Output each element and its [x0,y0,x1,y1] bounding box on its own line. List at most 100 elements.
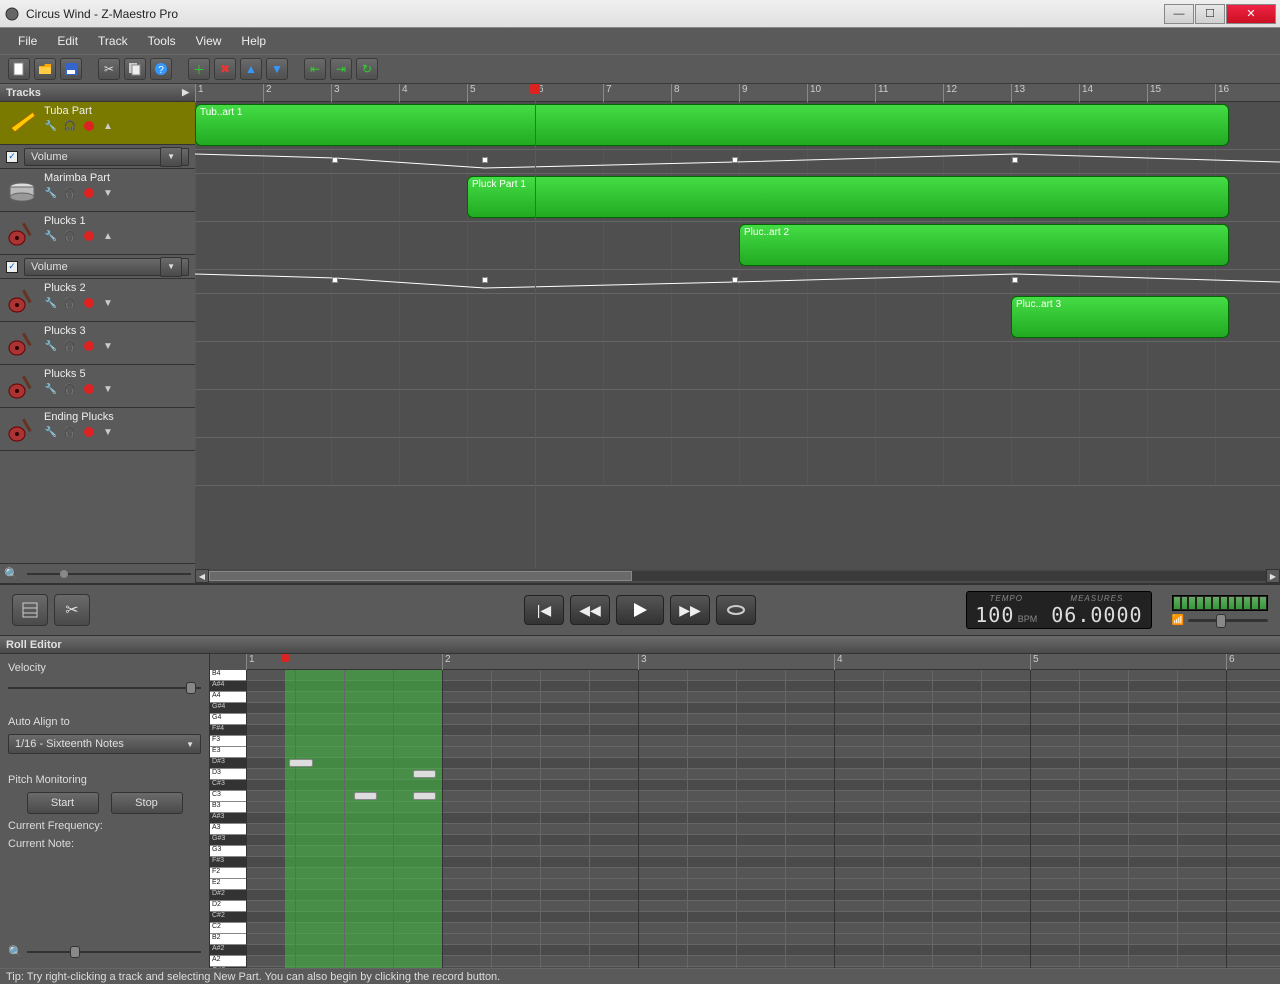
track-lane[interactable] [195,342,1280,390]
track-lane[interactable] [195,390,1280,438]
record-icon[interactable] [82,229,96,243]
clip[interactable]: Pluc..art 3 [1011,296,1229,338]
velocity-slider[interactable] [8,680,201,696]
automation-point[interactable] [732,277,738,283]
record-icon[interactable] [82,382,96,396]
piano-key[interactable]: A3 [210,824,246,835]
clip[interactable]: Pluc..art 2 [739,224,1229,266]
mode-grid-button[interactable] [12,594,48,626]
expand-icon[interactable]: ▲ [101,229,115,243]
record-icon[interactable] [82,339,96,353]
track-row[interactable]: Plucks 3 🔧 🎧 ▼ [0,322,195,365]
automation-point[interactable] [732,157,738,163]
piano-key[interactable]: D2 [210,901,246,912]
piano-key[interactable]: G3 [210,846,246,857]
maximize-button[interactable]: ☐ [1195,4,1225,24]
save-button[interactable] [60,58,82,80]
tempo-value[interactable]: 100 [975,603,1014,627]
record-icon[interactable] [82,296,96,310]
wrench-icon[interactable]: 🔧 [44,382,58,396]
track-row[interactable]: Plucks 1 🔧 🎧 ▲ [0,212,195,255]
open-button[interactable] [34,58,56,80]
wrench-icon[interactable]: 🔧 [44,296,58,310]
measures-value[interactable]: 06.0000 [1051,603,1142,627]
roll-region[interactable] [285,670,442,968]
automation-point[interactable] [1012,277,1018,283]
automation-param-select[interactable]: Volume▼ [24,258,189,276]
menu-tools[interactable]: Tools [138,30,186,52]
record-icon[interactable] [82,425,96,439]
play-button[interactable] [616,595,664,625]
loop-button[interactable] [716,595,756,625]
piano-key[interactable]: G#3 [210,835,246,846]
h-scrollbar[interactable]: ◀ ▶ [195,569,1280,583]
expand-icon[interactable]: ▼ [101,382,115,396]
piano-key[interactable]: C3 [210,791,246,802]
new-button[interactable] [8,58,30,80]
close-button[interactable]: ✕ [1226,4,1276,24]
record-icon[interactable] [82,119,96,133]
piano-key[interactable]: F#4 [210,725,246,736]
piano-key[interactable]: A#3 [210,813,246,824]
piano-key[interactable]: A4 [210,692,246,703]
wrench-icon[interactable]: 🔧 [44,186,58,200]
piano-key[interactable]: G#2 [210,967,246,968]
cut-button[interactable]: ✂ [98,58,120,80]
wrench-icon[interactable]: 🔧 [44,229,58,243]
piano-key[interactable]: B4 [210,670,246,681]
master-volume-slider[interactable] [1188,619,1268,622]
automation-enable-checkbox[interactable]: ✓ [6,151,18,163]
record-icon[interactable] [82,186,96,200]
expand-icon[interactable]: ▼ [101,296,115,310]
piano-key[interactable]: A#4 [210,681,246,692]
piano-key[interactable]: A2 [210,956,246,967]
track-row[interactable]: Plucks 5 🔧 🎧 ▼ [0,365,195,408]
headphones-icon[interactable]: 🎧 [63,186,77,200]
clip[interactable]: Pluck Part 1 [467,176,1229,218]
pitch-start-button[interactable]: Start [27,792,99,814]
piano-roll[interactable]: 123456 B4A#4A4G#4G4F#4F3E3D#3D3C#3C3B3A#… [210,654,1280,968]
headphones-icon[interactable]: 🎧 [63,382,77,396]
up-button[interactable]: ▲ [240,58,262,80]
automation-row[interactable]: ✓ Volume▼ [0,145,195,169]
delete-button[interactable]: ✖ [214,58,236,80]
piano-key[interactable]: E3 [210,747,246,758]
scroll-right-button[interactable]: ▶ [1266,569,1280,583]
wrench-icon[interactable]: 🔧 [44,425,58,439]
piano-key[interactable]: C#2 [210,912,246,923]
menu-track[interactable]: Track [88,30,138,52]
track-lane[interactable] [195,438,1280,486]
piano-key[interactable]: A#2 [210,945,246,956]
track-row[interactable]: Ending Plucks 🔧 🎧 ▼ [0,408,195,451]
add-button[interactable]: ＋ [188,58,210,80]
auto-align-select[interactable]: 1/16 - Sixteenth Notes▼ [8,734,201,754]
piano-key[interactable]: F2 [210,868,246,879]
playhead[interactable] [535,84,536,569]
automation-param-select[interactable]: Volume▼ [24,148,189,166]
skip-back-button[interactable]: ⇤ [304,58,326,80]
piano-key[interactable]: B2 [210,934,246,945]
midi-note[interactable] [354,792,378,800]
track-row[interactable]: Plucks 2 🔧 🎧 ▼ [0,279,195,322]
piano-key[interactable]: F#3 [210,857,246,868]
expand-icon[interactable]: ▼ [101,186,115,200]
headphones-icon[interactable]: 🎧 [63,119,77,133]
wrench-icon[interactable]: 🔧 [44,339,58,353]
roll-zoom-slider[interactable] [27,944,201,960]
timeline-ruler[interactable]: 12345678910111213141516 [195,84,1280,102]
piano-key[interactable]: G4 [210,714,246,725]
minimize-button[interactable]: — [1164,4,1194,24]
track-row[interactable]: Tuba Part 🔧 🎧 ▲ [0,102,195,145]
automation-point[interactable] [332,277,338,283]
clip[interactable]: Tub..art 1 [195,104,1229,146]
skip-fwd-button[interactable]: ⇥ [330,58,352,80]
menu-help[interactable]: Help [231,30,276,52]
wrench-icon[interactable]: 🔧 [44,119,58,133]
arrangement-view[interactable]: 12345678910111213141516 Tub..art 1 Pluck … [195,84,1280,583]
piano-key[interactable]: B3 [210,802,246,813]
headphones-icon[interactable]: 🎧 [63,296,77,310]
down-button[interactable]: ▼ [266,58,288,80]
help-button[interactable]: ? [150,58,172,80]
piano-key[interactable]: C2 [210,923,246,934]
expand-icon[interactable]: ▲ [101,119,115,133]
